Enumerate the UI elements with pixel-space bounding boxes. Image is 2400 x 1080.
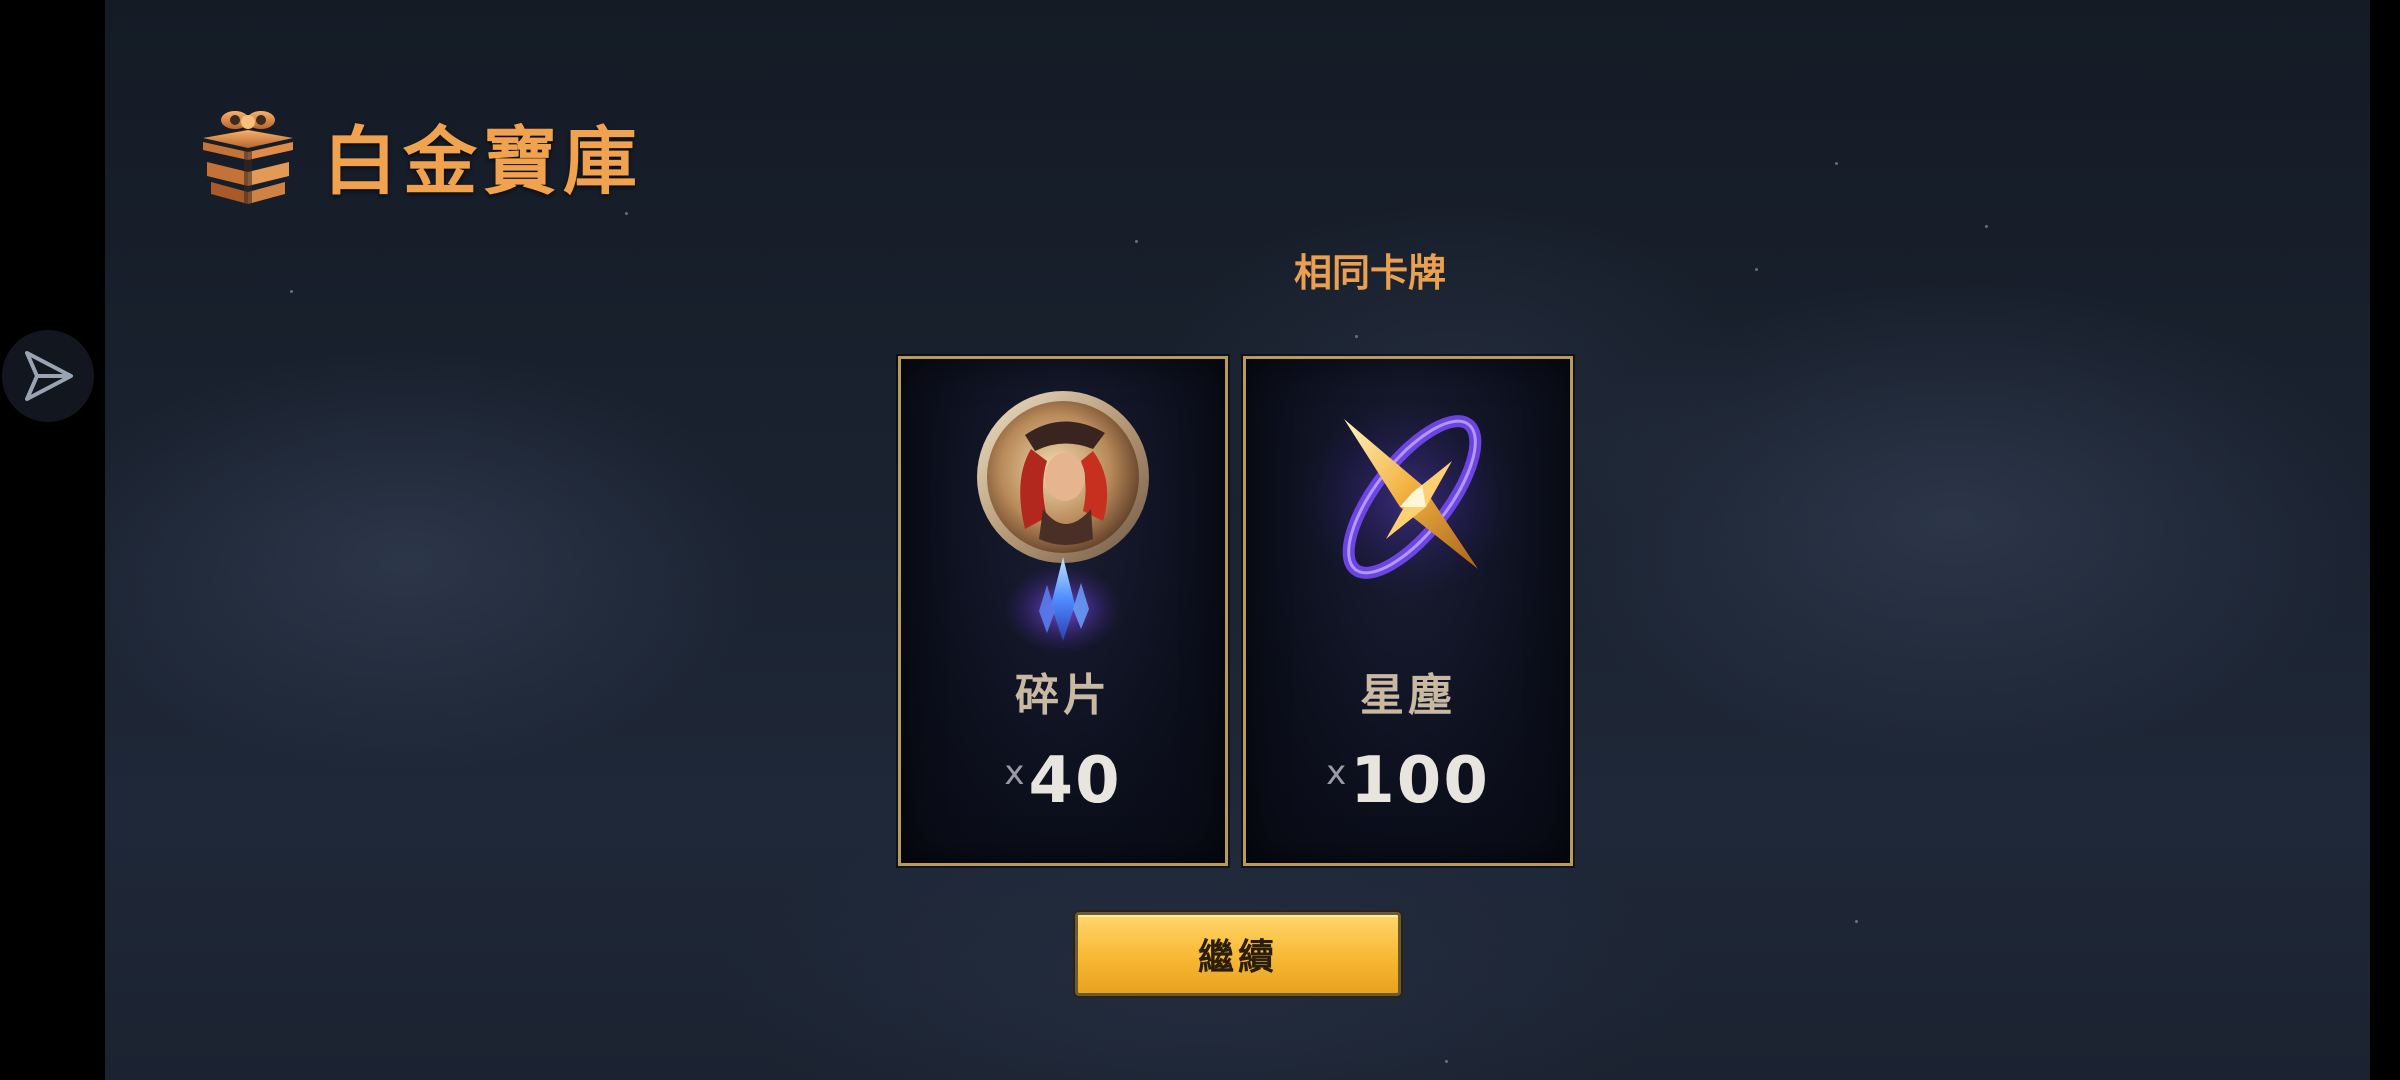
background-star xyxy=(1835,162,1838,165)
quantity-value: 100 xyxy=(1350,744,1490,818)
reward-quantity: x100 xyxy=(1246,744,1570,818)
reward-name: 星塵 xyxy=(1360,670,1456,721)
reward-quantity: x40 xyxy=(901,744,1225,818)
stardust-icon xyxy=(1298,399,1518,599)
background-star xyxy=(1855,920,1858,923)
quantity-prefix: x xyxy=(1004,753,1025,793)
gift-box-icon xyxy=(203,111,293,204)
champion-shard-icon xyxy=(977,391,1149,654)
vault-header: 白金寶庫 xyxy=(195,100,643,210)
background-star xyxy=(290,290,293,293)
background-star xyxy=(1445,1060,1448,1063)
background-star xyxy=(1135,240,1138,243)
background-star xyxy=(1755,268,1758,271)
paper-plane-icon xyxy=(25,351,73,401)
reward-name: 碎片 xyxy=(1015,670,1111,721)
send-button[interactable] xyxy=(2,330,94,422)
game-screen: 白金寶庫 相同卡牌 碎片 x40 星塵 x100 繼續 xyxy=(0,0,2400,1080)
continue-button[interactable]: 繼續 xyxy=(1075,912,1401,996)
reward-card-shards: 碎片 x40 xyxy=(898,356,1228,866)
section-label: 相同卡牌 xyxy=(1293,251,1446,295)
vault-title: 白金寶庫 xyxy=(323,118,643,205)
right-letterbox xyxy=(2370,0,2400,1080)
background-star xyxy=(1985,225,1988,228)
background-star xyxy=(625,212,628,215)
quantity-value: 40 xyxy=(1028,744,1122,818)
quantity-prefix: x xyxy=(1326,753,1347,793)
vault-stage: 白金寶庫 相同卡牌 碎片 x40 星塵 x100 繼續 xyxy=(105,0,2370,1080)
left-letterbox xyxy=(0,0,105,1080)
reward-card-stardust: 星塵 x100 xyxy=(1243,356,1573,866)
background-star xyxy=(1355,335,1358,338)
